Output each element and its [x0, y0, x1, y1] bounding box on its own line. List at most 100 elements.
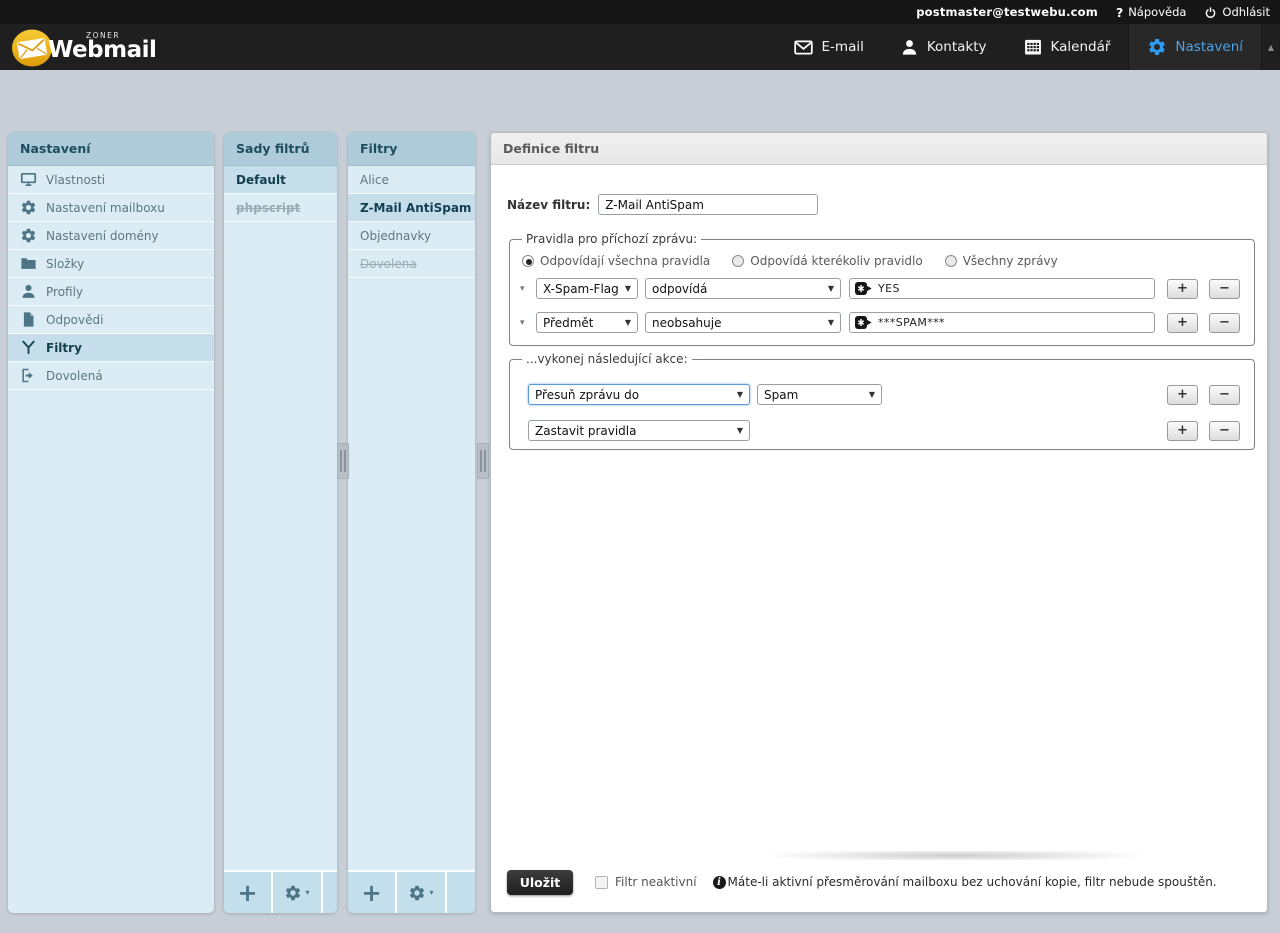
rule-operator-select[interactable]: neobsahuje ▼	[645, 312, 841, 333]
sidebar-item-label: Odpovědi	[46, 313, 103, 327]
radio-match-all[interactable]: Odpovídají všechna pravidla	[522, 254, 710, 268]
radio-match-any[interactable]: Odpovídá kterékoliv pravidlo	[732, 254, 922, 268]
list-item-label: Z-Mail AntiSpam	[360, 201, 471, 215]
collapse-icon[interactable]: ▾	[520, 284, 536, 294]
settings-menu-empty-area	[8, 390, 214, 913]
help-link[interactable]: ? Nápověda	[1116, 5, 1186, 20]
add-rule-button[interactable]: +	[1167, 279, 1198, 299]
filter-set-item-phpscript[interactable]: phpscript	[224, 194, 337, 222]
sidebar-item-label: Profily	[46, 285, 83, 299]
settings-menu-title: Nastavení	[8, 132, 214, 166]
logout-label: Odhlásit	[1222, 5, 1270, 19]
add-rule-button[interactable]: +	[1167, 313, 1198, 333]
filters-empty-area	[348, 278, 475, 870]
info-icon: i	[713, 876, 726, 889]
action-target-select[interactable]: Spam ▼	[757, 384, 882, 405]
filter-set-actions-button[interactable]: ▾	[273, 872, 323, 913]
gear-icon	[20, 199, 37, 216]
sidebar-item-nastaveni-domeny[interactable]: Nastavení domény	[8, 222, 214, 250]
filters-panel: Filtry Alice Z-Mail AntiSpam Objednavky …	[348, 132, 475, 913]
add-action-button[interactable]: +	[1167, 385, 1198, 405]
sidebar-item-label: Nastavení mailboxu	[46, 201, 165, 215]
chevron-down-icon: ▼	[828, 284, 834, 293]
add-action-button[interactable]: +	[1167, 421, 1198, 441]
sidebar-item-label: Filtry	[46, 341, 82, 355]
sidebar-item-slozky[interactable]: Složky	[8, 250, 214, 278]
nav-item-email[interactable]: E-mail	[775, 24, 882, 70]
radio-match-all-messages[interactable]: Všechny zprávy	[945, 254, 1058, 268]
sidebar-item-odpovedi[interactable]: Odpovědi	[8, 306, 214, 334]
nav-item-settings[interactable]: Nastavení	[1128, 24, 1261, 70]
editor-title: Definice filtru	[491, 133, 1267, 165]
filter-name-input[interactable]	[598, 194, 818, 215]
filter-item-zmail-antispam[interactable]: Z-Mail AntiSpam	[348, 194, 475, 222]
nav-item-calendar[interactable]: Kalendář	[1005, 24, 1129, 70]
rule-row-buttons: + −	[1167, 313, 1242, 333]
app-logo: ZONER Webmail	[10, 24, 156, 70]
document-icon	[20, 311, 37, 328]
sidebar-item-profily[interactable]: Profily	[8, 278, 214, 306]
add-filter-set-button[interactable]: +	[224, 872, 273, 913]
footer-note-text: Máte-li aktivní přesměrování mailboxu be…	[728, 875, 1217, 889]
filter-inactive-option: Filtr neaktivní	[595, 875, 697, 889]
action-select[interactable]: Zastavit pravidla ▼	[528, 420, 750, 441]
remove-rule-button[interactable]: −	[1209, 279, 1240, 299]
sidebar-item-nastaveni-mailboxu[interactable]: Nastavení mailboxu	[8, 194, 214, 222]
sidebar-item-dovolena[interactable]: Dovolená	[8, 362, 214, 390]
radio-label: Odpovídají všechna pravidla	[540, 254, 710, 268]
sidebar-item-filtry[interactable]: Filtry	[8, 334, 214, 362]
person-icon	[900, 38, 919, 57]
filter-editor-panel: Definice filtru Název filtru: Pravidla p…	[490, 132, 1268, 913]
filter-inactive-checkbox[interactable]	[595, 876, 608, 889]
list-item-label: phpscript	[236, 201, 300, 215]
sidebar-item-label: Vlastnosti	[46, 173, 105, 187]
power-icon	[1204, 6, 1217, 19]
chevron-down-icon: ▾	[305, 888, 309, 897]
plus-icon: +	[237, 879, 257, 907]
webmail-logo-text: ZONER Webmail	[48, 32, 156, 63]
filter-item-alice[interactable]: Alice	[348, 166, 475, 194]
content-area: Nastavení Vlastnosti Nastavení mailboxu …	[0, 70, 1280, 913]
list-item-label: Default	[236, 173, 286, 187]
help-icon: ?	[1116, 5, 1123, 20]
sidebar-item-label: Nastavení domény	[46, 229, 159, 243]
save-button[interactable]: Uložit	[507, 870, 573, 895]
column-splitter-1[interactable]	[337, 443, 349, 479]
filter-item-objednavky[interactable]: Objednavky	[348, 222, 475, 250]
chevron-down-icon: ▼	[625, 318, 631, 327]
rule-value-input[interactable]: ***SPAM***	[849, 312, 1155, 333]
collapse-icon[interactable]: ▾	[520, 318, 536, 328]
logout-link[interactable]: Odhlásit	[1204, 5, 1270, 19]
navbar: ZONER Webmail E-mail Kontakty	[0, 24, 1280, 70]
nav-label: Kontakty	[927, 39, 987, 55]
add-filter-button[interactable]: +	[348, 872, 397, 913]
rule-field-select[interactable]: X-Spam-Flag ▼	[536, 278, 638, 299]
radio-icon	[732, 255, 744, 267]
action-row: Zastavit pravidla ▼ + −	[520, 420, 1242, 441]
wildcard-icon[interactable]	[855, 316, 872, 329]
filter-actions-button[interactable]: ▾	[397, 872, 447, 913]
filter-item-dovolena[interactable]: Dovolena	[348, 250, 475, 278]
radio-icon	[522, 255, 534, 267]
rule-value-input[interactable]: YES	[849, 278, 1155, 299]
remove-rule-button[interactable]: −	[1209, 313, 1240, 333]
remove-action-button[interactable]: −	[1209, 385, 1240, 405]
sidebar-item-label: Složky	[46, 257, 84, 271]
filter-set-item-default[interactable]: Default	[224, 166, 337, 194]
rule-operator-select[interactable]: odpovídá ▼	[645, 278, 841, 299]
rule-row: ▾ X-Spam-Flag ▼ odpovídá ▼ YES	[520, 278, 1242, 299]
column-splitter-2[interactable]	[477, 443, 489, 479]
chevron-down-icon: ▾	[429, 888, 433, 897]
filter-sets-empty-area	[224, 222, 337, 870]
action-select[interactable]: Přesuň zprávu do ▼	[528, 384, 750, 405]
nav-item-contacts[interactable]: Kontakty	[882, 24, 1005, 70]
sidebar-item-vlastnosti[interactable]: Vlastnosti	[8, 166, 214, 194]
actions-legend: ...vykonej následující akce:	[522, 352, 692, 366]
remove-action-button[interactable]: −	[1209, 421, 1240, 441]
wildcard-icon[interactable]	[855, 282, 872, 295]
editor-spacer	[505, 450, 1255, 851]
rule-field-select[interactable]: Předmět ▼	[536, 312, 638, 333]
actions-fieldset: ...vykonej následující akce: Přesuň zprá…	[509, 352, 1255, 450]
radio-label: Všechny zprávy	[963, 254, 1058, 268]
navbar-collapse-button[interactable]: ▲	[1261, 24, 1280, 70]
